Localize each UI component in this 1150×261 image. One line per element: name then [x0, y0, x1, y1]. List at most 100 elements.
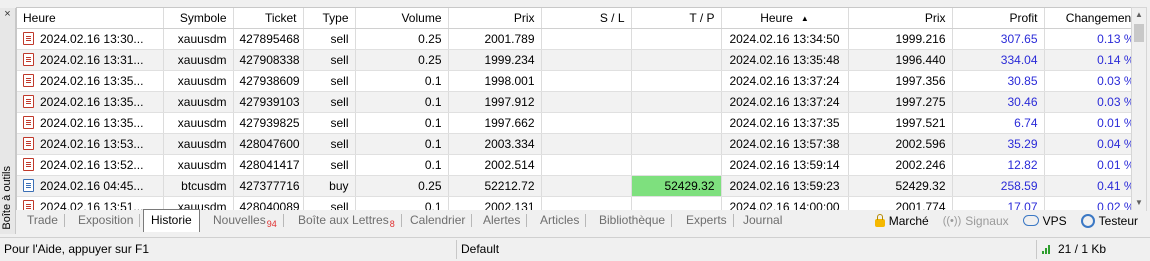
cell-text: 2024.02.16 13:35...: [40, 95, 144, 109]
tab-articles[interactable]: Articles: [533, 210, 587, 231]
cell-price: 1999.234: [448, 49, 542, 71]
scroll-down-icon[interactable]: ▼: [1132, 196, 1146, 210]
col-header-change[interactable]: Changement: [1044, 8, 1131, 29]
cell-profit: 30.85: [952, 70, 1045, 92]
cell-ticket: 428041417: [233, 154, 304, 176]
tab-bibliotheque[interactable]: Bibliothèque: [592, 210, 673, 231]
cell-price: 1997.912: [448, 91, 542, 113]
vps-button[interactable]: VPS: [1022, 214, 1067, 228]
cell-sl: [541, 196, 632, 210]
col-header-volume[interactable]: Volume: [355, 8, 449, 29]
cell-volume: 0.1: [355, 154, 449, 176]
cell-text: 2024.02.16 13:30...: [40, 32, 144, 46]
cell-price: 2003.334: [448, 133, 542, 155]
cell-open-time: 2024.02.16 13:35...: [17, 91, 164, 113]
status-profile: Default: [461, 242, 500, 256]
col-header-open-time[interactable]: Heure: [17, 8, 164, 29]
cell-open-time: 2024.02.16 13:31...: [17, 49, 164, 71]
cell-profit: 307.65: [952, 28, 1045, 50]
cell-tp: [631, 112, 722, 134]
trade-sell-icon: [23, 116, 34, 129]
cell-sl: [541, 154, 632, 176]
col-header-price[interactable]: Prix: [448, 8, 542, 29]
tab-calendrier[interactable]: Calendrier: [403, 210, 473, 231]
col-header-close-time[interactable]: Heure ▲: [721, 8, 849, 29]
cell-sl: [541, 49, 632, 71]
cell-change: 0.13 %: [1044, 28, 1131, 50]
tab-alertes[interactable]: Alertes: [476, 210, 528, 231]
cell-type: sell: [303, 91, 356, 113]
trade-sell-icon: [23, 137, 34, 150]
col-header-symbol[interactable]: Symbole: [163, 8, 234, 29]
table-row[interactable]: 2024.02.16 13:35... xauusdm 427939825 sell 0…: [17, 112, 1131, 134]
history-grid: Heure Symbole Ticket Type Volume Prix S …: [16, 7, 1132, 211]
close-icon[interactable]: ×: [2, 9, 13, 20]
trade-buy-icon: [23, 179, 34, 192]
status-traffic: 21 / 1 Kb: [1042, 241, 1106, 258]
tab-exposition[interactable]: Exposition: [71, 210, 141, 231]
cell-open-time: 2024.02.16 04:45...: [17, 175, 164, 197]
col-header-profit[interactable]: Profit: [952, 8, 1045, 29]
cell-price: 1997.662: [448, 112, 542, 134]
tester-button[interactable]: Testeur: [1080, 213, 1138, 228]
cell-close-price: 1997.356: [848, 70, 953, 92]
cell-open-time: 2024.02.16 13:51...: [17, 196, 164, 210]
table-row[interactable]: 2024.02.16 04:45... btcusdm 427377716 buy 0.…: [17, 175, 1131, 197]
scroll-up-icon[interactable]: ▲: [1132, 8, 1146, 22]
cell-type: sell: [303, 112, 356, 134]
cell-ticket: 427908338: [233, 49, 304, 71]
toolbox-side-tab[interactable]: × Boîte à outils: [0, 8, 16, 234]
tab-trade[interactable]: Trade: [20, 210, 65, 231]
cell-sl: [541, 91, 632, 113]
cell-type: sell: [303, 28, 356, 50]
cell-type: sell: [303, 196, 356, 210]
cell-change: 0.14 %: [1044, 49, 1131, 71]
col-header-type[interactable]: Type: [303, 8, 356, 29]
vertical-scrollbar[interactable]: ▲ ▼: [1131, 7, 1147, 211]
col-header-ticket[interactable]: Ticket: [233, 8, 304, 29]
cell-close-price: 2002.246: [848, 154, 953, 176]
cell-price: 1998.001: [448, 70, 542, 92]
signals-button[interactable]: ((•)) Signaux: [943, 214, 1009, 228]
gear-icon: [1080, 213, 1095, 228]
trade-sell-icon: [23, 53, 34, 66]
cell-close-price: 52429.32: [848, 175, 953, 197]
cell-volume: 0.1: [355, 91, 449, 113]
status-help-text: Pour l'Aide, appuyer sur F1: [4, 242, 150, 256]
scroll-thumb[interactable]: [1134, 24, 1144, 42]
tab-nouvelles[interactable]: Nouvelles94: [206, 210, 284, 231]
table-row[interactable]: 2024.02.16 13:30... xauusdm 427895468 sell 0…: [17, 28, 1131, 50]
tab-boite-aux-lettres[interactable]: Boîte aux Lettres8: [291, 210, 402, 231]
cloud-icon: [1022, 215, 1039, 226]
sort-ascending-icon: ▲: [800, 14, 809, 23]
table-row[interactable]: 2024.02.16 13:52... xauusdm 428041417 sell 0…: [17, 154, 1131, 176]
table-row[interactable]: 2024.02.16 13:53... xauusdm 428047600 sell 0…: [17, 133, 1131, 155]
col-header-tp[interactable]: T / P: [631, 8, 722, 29]
cell-type: sell: [303, 154, 356, 176]
cell-ticket: 427938609: [233, 70, 304, 92]
cell-sl: [541, 175, 632, 197]
table-row[interactable]: 2024.02.16 13:35... xauusdm 427938609 sell 0…: [17, 70, 1131, 92]
col-header-sl[interactable]: S / L: [541, 8, 632, 29]
col-header-close-price[interactable]: Prix: [848, 8, 953, 29]
cell-tp: [631, 70, 722, 92]
cell-open-time: 2024.02.16 13:35...: [17, 112, 164, 134]
cell-price: 2002.131: [448, 196, 542, 210]
table-row[interactable]: 2024.02.16 13:31... xauusdm 427908338 sell 0…: [17, 49, 1131, 71]
cell-tp: [631, 196, 722, 210]
market-button[interactable]: Marché: [874, 213, 929, 228]
tab-journal[interactable]: Journal: [736, 210, 789, 231]
cell-symbol: xauusdm: [163, 70, 234, 92]
cell-text: 2024.02.16 13:35...: [40, 74, 144, 88]
cell-tp: [631, 49, 722, 71]
tab-experts[interactable]: Experts: [679, 210, 734, 231]
cell-text: 2024.02.16 04:45...: [40, 179, 144, 193]
trade-sell-icon: [23, 158, 34, 171]
table-header-row: Heure Symbole Ticket Type Volume Prix S …: [17, 8, 1131, 29]
status-divider: [456, 240, 457, 259]
news-count-badge: 94: [266, 219, 277, 229]
cell-price: 52212.72: [448, 175, 542, 197]
tab-historie[interactable]: Historie: [143, 209, 200, 232]
cell-tp: 52429.32: [631, 175, 722, 197]
table-row[interactable]: 2024.02.16 13:35... xauusdm 427939103 sell 0…: [17, 91, 1131, 113]
